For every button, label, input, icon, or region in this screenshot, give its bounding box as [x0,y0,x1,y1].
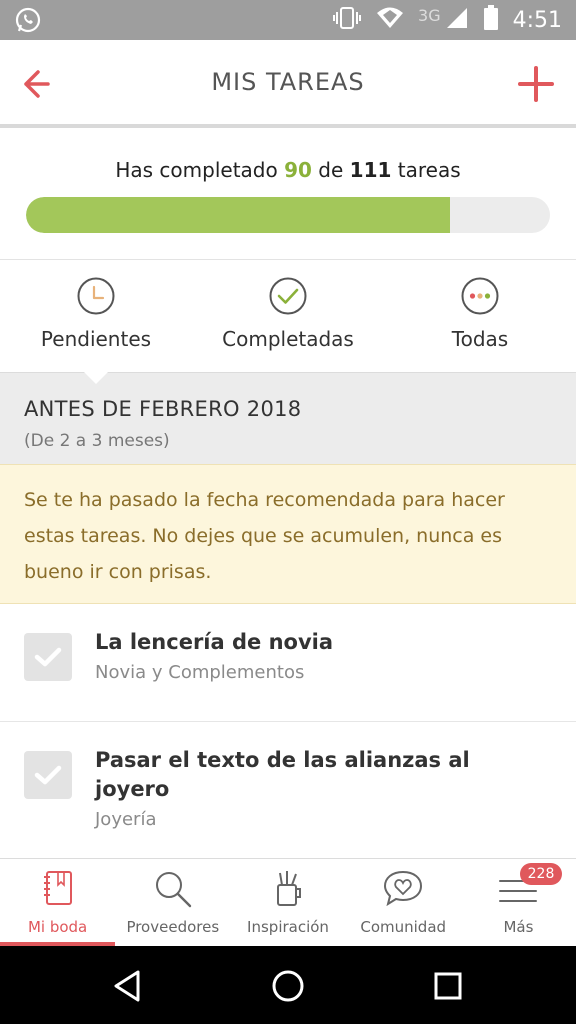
nav-mas[interactable]: 228 Más [461,859,576,946]
section-subtitle: (De 2 a 3 meses) [24,431,170,451]
recents-square-icon[interactable] [428,966,468,1006]
task-list: La lencería de novia Novia y Complemento… [0,604,576,722]
task-category: Joyería [95,809,157,830]
progress-middle: de [311,158,350,182]
progress-section: Has completado 90 de 111 tareas [0,132,576,260]
status-bar: 3G 4:51 [0,0,576,40]
task-title: Pasar el texto de las alianzas al joyero [95,748,470,801]
section-header: ANTES DE FEBRERO 2018 (De 2 a 3 meses) [0,372,576,464]
tab-completadas[interactable]: Completadas [192,261,384,372]
checkmark-icon [34,765,62,785]
wifi-icon [376,6,404,35]
filter-tabs: Pendientes Completadas Todas [0,261,576,372]
overdue-warning: Se te ha pasado la fecha recomendada par… [0,464,576,604]
dots-circle-icon [461,277,499,315]
active-tab-indicator [84,372,108,384]
progress-bar-fill [26,197,451,233]
progress-prefix: Has completado [115,158,285,182]
tab-pendientes[interactable]: Pendientes [0,261,192,372]
notification-badge: 228 [520,863,563,885]
task-checkbox[interactable] [24,633,72,681]
chat-heart-icon [384,870,423,907]
total-count: 111 [349,158,392,182]
page-title: MIS TAREAS [211,68,365,96]
home-circle-icon[interactable] [268,966,308,1006]
section-title: ANTES DE FEBRERO 2018 [24,397,302,421]
task-category: Novia y Complementos [95,662,305,683]
clock-icon [77,277,115,315]
tab-label: Completadas [222,327,354,351]
task-title: La lencería de novia [95,630,334,654]
bottom-navigation: Mi boda Proveedores Inspiración Comunida… [0,858,576,946]
search-icon [155,872,191,908]
nav-mi-boda[interactable]: Mi boda [0,859,116,946]
plus-icon [518,66,554,102]
nav-label: Comunidad [360,918,447,936]
completed-count: 90 [284,158,312,182]
tab-label: Pendientes [40,327,152,351]
progress-bar [26,197,550,233]
tab-label: Todas [451,327,509,351]
progress-suffix: tareas [391,158,461,182]
nav-label: Inspiración [247,918,329,936]
check-circle-icon [269,277,307,315]
signal-icon [445,6,469,35]
add-task-button[interactable] [514,62,558,106]
nav-proveedores[interactable]: Proveedores [115,859,230,946]
nav-comunidad[interactable]: Comunidad [346,859,461,946]
nav-inspiracion[interactable]: Inspiración [230,859,345,946]
task-row[interactable]: La lencería de novia Novia y Complemento… [0,604,576,722]
progress-summary: Has completado 90 de 111 tareas [0,158,576,182]
vibrate-icon [332,6,362,35]
nav-label: Mi boda [27,918,88,936]
clock-time: 4:51 [512,7,562,33]
task-row-2[interactable]: Pasar el texto de las alianzas al joyero… [0,723,576,858]
whatsapp-icon [14,6,42,39]
app-header: MIS TAREAS [0,40,576,128]
nav-label: Más [503,918,534,936]
nav-label: Proveedores [126,918,220,936]
back-triangle-icon[interactable] [108,966,148,1006]
task-checkbox[interactable] [24,751,72,799]
tab-todas[interactable]: Todas [384,261,576,372]
network-type: 3G [418,5,441,25]
notebook-icon [43,871,72,905]
system-navigation-bar [0,946,576,1024]
battery-icon [483,4,499,36]
inspiration-icon [277,871,301,906]
checkmark-icon [34,647,62,667]
